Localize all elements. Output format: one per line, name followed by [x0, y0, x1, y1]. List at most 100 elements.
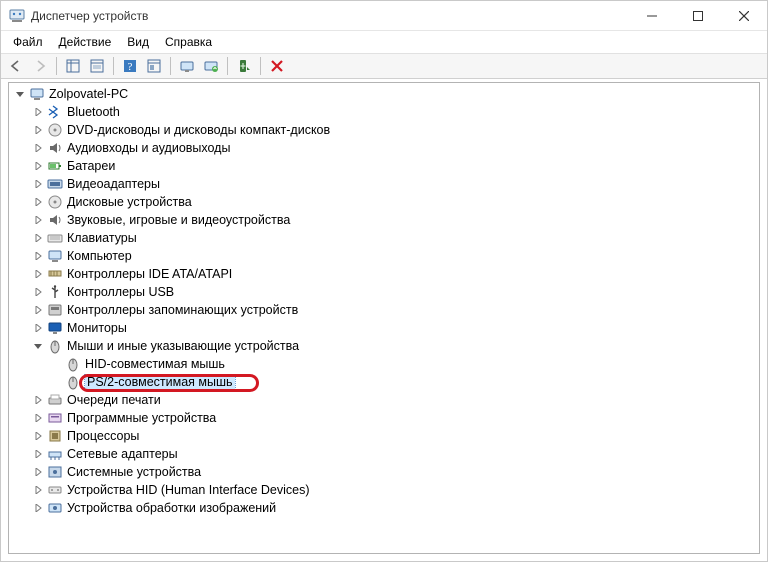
maximize-button[interactable] — [675, 1, 721, 30]
mouse-icon — [65, 374, 81, 390]
category-icon — [47, 410, 63, 426]
tree-device-ps2-mouse[interactable]: PS/2-совместимая мышь — [9, 373, 759, 391]
chevron-right-icon[interactable] — [31, 393, 45, 407]
menu-file[interactable]: Файл — [5, 33, 51, 51]
tree-label: PS/2-совместимая мышь — [85, 375, 235, 389]
chevron-right-icon[interactable] — [31, 195, 45, 209]
category-icon — [47, 320, 63, 336]
toolbar-separator — [56, 57, 57, 75]
chevron-right-icon[interactable] — [31, 483, 45, 497]
menu-view[interactable]: Вид — [119, 33, 157, 51]
chevron-right-icon[interactable] — [31, 177, 45, 191]
tree-category[interactable]: Программные устройства — [9, 409, 759, 427]
device-tree[interactable]: Zolpovatel-PC Bluetooth DVD-дисководы и д… — [8, 82, 760, 554]
chevron-right-icon[interactable] — [31, 141, 45, 155]
chevron-right-icon[interactable] — [31, 285, 45, 299]
mouse-icon — [47, 338, 63, 354]
tree-category[interactable]: Аудиовходы и аудиовыходы — [9, 139, 759, 157]
show-hide-tree-button[interactable] — [62, 55, 84, 77]
tree-category[interactable]: Устройства обработки изображений — [9, 499, 759, 517]
category-icon — [47, 248, 63, 264]
toolbar-separator — [113, 57, 114, 75]
update-driver-button[interactable] — [200, 55, 222, 77]
category-icon — [47, 122, 63, 138]
tree-category[interactable]: Видеоадаптеры — [9, 175, 759, 193]
chevron-right-icon[interactable] — [31, 267, 45, 281]
chevron-right-icon[interactable] — [31, 105, 45, 119]
tree-label: Контроллеры запоминающих устройств — [67, 303, 298, 317]
tree-label: Контроллеры USB — [67, 285, 174, 299]
tree-category[interactable]: Батареи — [9, 157, 759, 175]
tree-category[interactable]: Bluetooth — [9, 103, 759, 121]
tree-device-hid-mouse[interactable]: HID-совместимая мышь — [9, 355, 759, 373]
category-icon — [47, 284, 63, 300]
chevron-right-icon[interactable] — [31, 303, 45, 317]
tree-label: DVD-дисководы и дисководы компакт-дисков — [67, 123, 330, 137]
mouse-icon — [65, 356, 81, 372]
tree-category-mice[interactable]: Мыши и иные указывающие устройства — [9, 337, 759, 355]
action-button[interactable] — [143, 55, 165, 77]
tree-category[interactable]: Системные устройства — [9, 463, 759, 481]
menubar: Файл Действие Вид Справка — [1, 31, 767, 53]
category-icon — [47, 176, 63, 192]
chevron-right-icon[interactable] — [31, 213, 45, 227]
chevron-right-icon[interactable] — [31, 411, 45, 425]
chevron-right-icon[interactable] — [31, 159, 45, 173]
toolbar: ? — [1, 53, 767, 79]
tree-category[interactable]: Очереди печати — [9, 391, 759, 409]
tree-category[interactable]: Устройства HID (Human Interface Devices) — [9, 481, 759, 499]
tree-label: Аудиовходы и аудиовыходы — [67, 141, 230, 155]
category-icon — [47, 230, 63, 246]
toolbar-separator — [227, 57, 228, 75]
chevron-down-icon[interactable] — [31, 339, 45, 353]
tree-category[interactable]: DVD-дисководы и дисководы компакт-дисков — [9, 121, 759, 139]
chevron-right-icon[interactable] — [31, 429, 45, 443]
chevron-down-icon[interactable] — [13, 87, 27, 101]
chevron-right-icon[interactable] — [31, 123, 45, 137]
tree-category[interactable]: Контроллеры IDE ATA/ATAPI — [9, 265, 759, 283]
category-icon — [47, 104, 63, 120]
add-legacy-button[interactable] — [233, 55, 255, 77]
category-icon — [47, 194, 63, 210]
scan-hardware-button[interactable] — [176, 55, 198, 77]
category-icon — [47, 428, 63, 444]
tree-category[interactable]: Процессоры — [9, 427, 759, 445]
tree-label: Мониторы — [67, 321, 127, 335]
tree-label: Видеоадаптеры — [67, 177, 160, 191]
tree-label: Программные устройства — [67, 411, 216, 425]
tree-category[interactable]: Дисковые устройства — [9, 193, 759, 211]
tree-label: Процессоры — [67, 429, 139, 443]
chevron-right-icon[interactable] — [31, 501, 45, 515]
tree-category[interactable]: Компьютер — [9, 247, 759, 265]
category-icon — [47, 212, 63, 228]
tree-label: Устройства обработки изображений — [67, 501, 276, 515]
window-title: Диспетчер устройств — [31, 9, 629, 23]
tree-category[interactable]: Мониторы — [9, 319, 759, 337]
chevron-right-icon[interactable] — [31, 321, 45, 335]
category-icon — [47, 392, 63, 408]
chevron-right-icon[interactable] — [31, 447, 45, 461]
menu-help[interactable]: Справка — [157, 33, 220, 51]
properties-pane-button[interactable] — [86, 55, 108, 77]
tree-root[interactable]: Zolpovatel-PC — [9, 85, 759, 103]
forward-button[interactable] — [29, 55, 51, 77]
tree-category[interactable]: Звуковые, игровые и видеоустройства — [9, 211, 759, 229]
tree-label: Очереди печати — [67, 393, 161, 407]
tree-category[interactable]: Сетевые адаптеры — [9, 445, 759, 463]
menu-action[interactable]: Действие — [51, 33, 120, 51]
svg-text:?: ? — [128, 61, 133, 73]
tree-label: Мыши и иные указывающие устройства — [67, 339, 299, 353]
tree-category[interactable]: Контроллеры запоминающих устройств — [9, 301, 759, 319]
tree-category[interactable]: Клавиатуры — [9, 229, 759, 247]
help-button[interactable]: ? — [119, 55, 141, 77]
chevron-right-icon[interactable] — [31, 465, 45, 479]
chevron-right-icon[interactable] — [31, 249, 45, 263]
back-button[interactable] — [5, 55, 27, 77]
tree-category[interactable]: Контроллеры USB — [9, 283, 759, 301]
tree-label: Устройства HID (Human Interface Devices) — [67, 483, 310, 497]
tree-label: Сетевые адаптеры — [67, 447, 178, 461]
minimize-button[interactable] — [629, 1, 675, 30]
chevron-right-icon[interactable] — [31, 231, 45, 245]
uninstall-button[interactable] — [266, 55, 288, 77]
close-button[interactable] — [721, 1, 767, 30]
